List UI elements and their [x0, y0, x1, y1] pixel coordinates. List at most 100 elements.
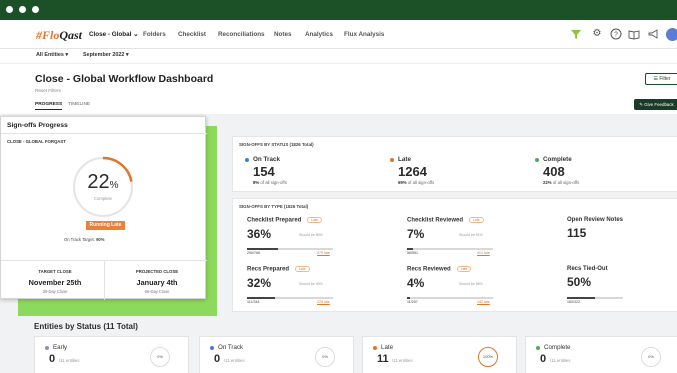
entity-label: On Track — [210, 344, 243, 351]
entity-label: Early — [45, 344, 67, 351]
type-progress-bar — [247, 297, 333, 299]
entities-label: All Entities — [36, 52, 64, 58]
ring-label: Complete — [94, 196, 112, 201]
type-title-text: Checklist Prepared — [247, 217, 302, 224]
status-on-track[interactable]: On Track 154 8% of all sign-offs — [245, 156, 287, 185]
type-late-link[interactable]: 242 late — [477, 300, 490, 304]
on-track-target: On Track Target: 90% — [64, 237, 104, 242]
entities-dropdown[interactable]: All Entities ▾ — [36, 52, 68, 58]
period-label: September 2022 — [83, 52, 125, 58]
type-count: 290/766 — [247, 251, 260, 255]
late-badge: Late — [295, 266, 310, 272]
entity-late-card[interactable]: Late 11 /11 entities 100% — [362, 336, 517, 373]
book-icon[interactable] — [628, 28, 640, 40]
percent-readout: 22% — [71, 171, 135, 194]
type-progress-fill — [407, 248, 414, 250]
window-minimize-dot[interactable] — [19, 6, 26, 13]
workspace-selector[interactable]: Close - Global ⌄ — [89, 31, 138, 38]
signoffs-progress-card[interactable]: Sign-offs Progress CLOSE - GLOBAL FORQAS… — [0, 116, 207, 300]
nav-notes[interactable]: Notes — [274, 31, 292, 38]
logo-suffix: Qast — [59, 28, 83, 42]
entity-value: 11 — [377, 353, 389, 365]
type-progress-bar — [407, 297, 493, 299]
target-close-label: TARGET CLOSE — [38, 269, 72, 274]
status-heading: SIGN-OFFS BY STATUS (1826 Total) — [239, 142, 314, 147]
nav-reconciliations[interactable]: Reconciliations — [218, 31, 265, 38]
target-close-date: November 25th — [28, 278, 82, 287]
tab-timeline[interactable]: TIMELINE — [68, 102, 90, 107]
type-progress-bar — [407, 248, 493, 250]
help-icon[interactable]: ? — [610, 28, 622, 40]
entity-of: /11 entities — [392, 358, 413, 363]
type-should-be: Should be 58% — [459, 282, 483, 286]
target-prefix: On Track Target: — [64, 237, 95, 242]
type-should-be: Should be 90% — [299, 282, 323, 286]
projected-close: PROJECTED CLOSE January 4th 66-Day Close — [109, 269, 205, 294]
feedback-label: Give Feedback — [644, 102, 674, 107]
type-open-review-notes[interactable]: Open Review Notes 115 — [567, 217, 653, 240]
status-dot — [245, 157, 249, 162]
chevron-down-icon: ⌄ — [133, 31, 139, 38]
column-divider — [104, 260, 105, 300]
type-late-link[interactable]: 225 late — [317, 300, 330, 304]
type-late-link[interactable]: 401 late — [477, 251, 490, 255]
funnel-icon[interactable] — [570, 28, 582, 40]
floqast-logo[interactable]: #FloQast — [36, 28, 82, 43]
projected-close-label: PROJECTED CLOSE — [135, 269, 179, 274]
filter-lines-icon: ☰ — [653, 76, 658, 82]
user-avatar[interactable] — [666, 28, 677, 41]
type-title: Recs Reviewed Late — [407, 266, 493, 273]
window-maximize-dot[interactable] — [32, 6, 39, 13]
nav-folders[interactable]: Folders — [143, 31, 166, 38]
type-recs-prepared[interactable]: Recs Prepared Late 32% Should be 90% 111/… — [247, 266, 333, 304]
reset-filters-link[interactable]: Reset Filters — [35, 88, 61, 93]
caret-down-icon: ▾ — [65, 52, 69, 58]
entity-on-track-card[interactable]: On Track 0 /11 entities 0% — [199, 336, 354, 373]
tab-progress[interactable]: PROGRESS — [35, 102, 63, 110]
nav-checklist[interactable]: Checklist — [178, 31, 206, 38]
entity-label: Complete — [536, 344, 570, 351]
type-title-text: Recs Prepared — [247, 266, 290, 273]
nav-flux-analysis[interactable]: Flux Analysis — [344, 31, 384, 38]
entity-of: /11 entities — [224, 358, 245, 363]
type-progress-fill — [407, 297, 411, 299]
type-late-link[interactable]: 375 late — [317, 251, 330, 255]
type-title: Recs Prepared Late — [247, 266, 333, 273]
status-late[interactable]: Late 1264 69% of all sign-offs — [390, 156, 434, 185]
entity-early-card[interactable]: Early 0 /11 entities 0% — [34, 336, 189, 373]
status-dot — [45, 345, 49, 350]
status-name: On Track — [253, 156, 280, 163]
status-share: 69% of all sign-offs — [398, 180, 434, 185]
status-dot — [210, 345, 214, 350]
card-title: Sign-offs Progress — [7, 122, 68, 129]
entities-section-title: Entities by Status (11 Total) — [34, 322, 138, 331]
entity-ring: 0% — [150, 347, 170, 367]
type-count: 111/344 — [247, 300, 260, 304]
type-checklist-prepared[interactable]: Checklist Prepared Late 36% Should be 86%… — [247, 217, 333, 255]
nav-analytics[interactable]: Analytics — [305, 31, 333, 38]
entity-of: /11 entities — [550, 358, 571, 363]
entity-ring: 0% — [641, 347, 661, 367]
megaphone-icon[interactable] — [647, 28, 659, 40]
entity-of: /11 entities — [59, 358, 80, 363]
type-recs-tied-out[interactable]: Recs Tied-Out 50% 160/322 — [567, 266, 653, 304]
period-dropdown[interactable]: September 2022 ▾ — [83, 52, 129, 58]
type-checklist-reviewed[interactable]: Checklist Reviewed Late 7% Should be 61% … — [407, 217, 493, 255]
gear-icon[interactable]: ⚙ — [591, 28, 603, 40]
status-complete[interactable]: Complete 408 22% of all sign-offs — [535, 156, 579, 185]
workspace-label: Close - Global — [89, 31, 132, 38]
status-pct: 69% — [398, 180, 407, 185]
status-suffix: of all sign-offs — [260, 180, 287, 185]
type-count: 56/591 — [407, 251, 418, 255]
target-close: TARGET CLOSE November 25th 30-Day Close — [7, 269, 103, 294]
svg-text:?: ? — [614, 32, 618, 39]
window-close-dot[interactable] — [6, 6, 13, 13]
entity-name: On Track — [218, 344, 244, 351]
give-feedback-button[interactable]: ✎ Give Feedback — [634, 99, 677, 110]
late-badge: Late — [469, 217, 484, 223]
filter-button[interactable]: ☰ Filter — [645, 73, 677, 85]
type-recs-reviewed[interactable]: Recs Reviewed Late 4% Should be 58% 11/25… — [407, 266, 493, 304]
entity-complete-card[interactable]: Complete 0 /11 entities 0% — [525, 336, 677, 373]
type-percent: 115 — [567, 226, 587, 240]
entity-label: Late — [373, 344, 393, 351]
